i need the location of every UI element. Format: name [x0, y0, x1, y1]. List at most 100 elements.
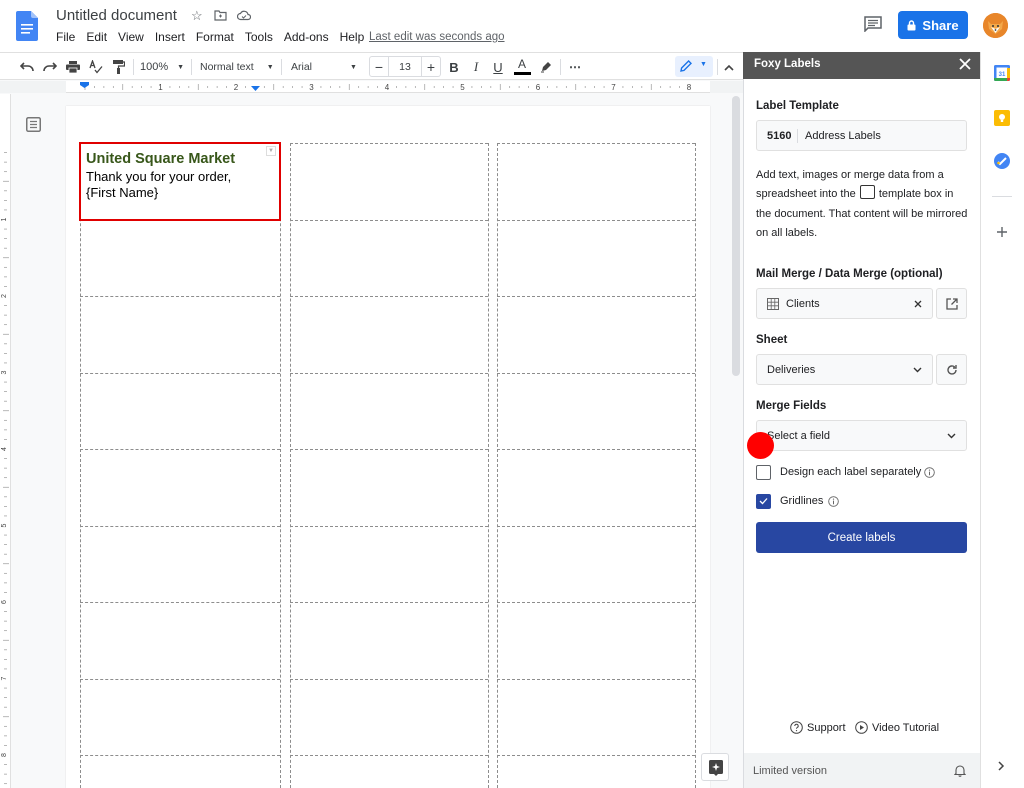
create-labels-label: Create labels: [827, 531, 896, 544]
sheet-dropdown[interactable]: Deliveries: [756, 354, 933, 385]
highlight-color-button[interactable]: [538, 57, 554, 77]
print-button[interactable]: [64, 57, 82, 77]
last-edit-link[interactable]: Last edit was seconds ago: [369, 31, 505, 43]
user-avatar[interactable]: [983, 13, 1008, 38]
refresh-sheet-button[interactable]: [936, 354, 967, 385]
star-icon[interactable]: ☆: [191, 8, 203, 24]
dropdown-arrow-icon: ▼: [350, 63, 357, 71]
create-labels-button[interactable]: Create labels: [756, 522, 967, 553]
label-company-name[interactable]: United Square Market: [86, 151, 235, 167]
more-options-button[interactable]: ⋯: [566, 57, 584, 77]
label-merge-field-first-name[interactable]: {First Name}: [86, 185, 158, 200]
merge-fields-heading: Merge Fields: [756, 400, 827, 412]
get-addons-plus-icon[interactable]: [997, 227, 1007, 237]
ruler-tick-label: 1: [1, 217, 8, 221]
ruler-tick-label: 7: [1, 676, 8, 680]
label-gridline-vertical: [80, 143, 81, 788]
limited-version-text: Limited version: [753, 765, 827, 777]
document-title[interactable]: Untitled document: [56, 7, 177, 24]
open-spreadsheet-button[interactable]: [936, 288, 967, 319]
menu-insert[interactable]: Insert: [155, 30, 185, 44]
label-gridline-horizontal: [80, 755, 280, 756]
dropdown-arrow-icon: ▼: [266, 63, 274, 71]
video-tutorial-link[interactable]: Video Tutorial: [855, 721, 939, 734]
paragraph-style-value: Normal text: [200, 61, 254, 73]
template-name: Address Labels: [805, 130, 881, 142]
font-select[interactable]: Arial ▼: [291, 57, 365, 77]
highlighter-icon: [541, 62, 551, 73]
horizontal-ruler[interactable]: 1 2 3 4 5 6 7 8: [66, 81, 710, 93]
design-separately-checkbox[interactable]: [756, 465, 771, 480]
cell-menu-arrow-icon[interactable]: ▼: [266, 146, 276, 156]
spellcheck-icon: [89, 60, 103, 74]
redo-button[interactable]: [41, 57, 59, 77]
menu-addons[interactable]: Add-ons: [284, 30, 329, 44]
ruler-tick-label: 8: [687, 83, 692, 92]
side-panel-divider: [992, 196, 1012, 197]
label-gridline-vertical: [497, 143, 498, 788]
menu-tools[interactable]: Tools: [245, 30, 273, 44]
chevron-right-icon[interactable]: [998, 761, 1005, 771]
increase-font-size-button[interactable]: +: [421, 57, 440, 76]
zoom-select[interactable]: 100% ▼: [140, 57, 188, 77]
underline-button[interactable]: U: [490, 57, 506, 77]
cloud-saved-icon[interactable]: [237, 10, 251, 21]
info-icon[interactable]: [828, 496, 839, 507]
right-indent-marker[interactable]: [251, 86, 260, 91]
paragraph-style-select[interactable]: Normal text ▼: [200, 57, 278, 77]
italic-button[interactable]: I: [468, 57, 484, 77]
tasks-icon[interactable]: [994, 153, 1010, 169]
share-button[interactable]: Share: [898, 11, 968, 39]
comment-history-icon[interactable]: [864, 16, 882, 32]
play-circle-icon: [855, 721, 868, 734]
bold-button[interactable]: B: [446, 57, 462, 77]
menu-format[interactable]: Format: [196, 30, 234, 44]
support-label: Support: [807, 721, 846, 734]
info-icon[interactable]: [924, 467, 935, 478]
explore-button[interactable]: [701, 753, 729, 781]
design-separately-label[interactable]: Design each label separately: [780, 466, 921, 478]
editing-mode-button[interactable]: ▼: [675, 56, 713, 77]
support-link[interactable]: Support: [790, 721, 846, 734]
menu-file[interactable]: File: [56, 30, 75, 44]
paint-format-button[interactable]: [110, 57, 128, 77]
sidebar-footer: Limited version: [744, 753, 980, 788]
text-color-button[interactable]: A: [512, 57, 532, 77]
clear-spreadsheet-icon[interactable]: [914, 300, 922, 308]
decrease-font-size-button[interactable]: −: [370, 57, 389, 76]
merge-field-dropdown[interactable]: Select a field: [756, 420, 967, 451]
move-folder-icon[interactable]: [214, 10, 227, 21]
undo-button[interactable]: [18, 57, 36, 77]
menu-view[interactable]: View: [118, 30, 144, 44]
vertical-ruler[interactable]: 1 2 3 4 5 6 7 8: [0, 94, 11, 788]
left-indent-marker[interactable]: [80, 82, 89, 88]
label-thank-you-line[interactable]: Thank you for your order,: [86, 169, 231, 184]
text-color-swatch: [513, 72, 531, 75]
open-external-icon: [946, 298, 958, 310]
paint-format-icon: [113, 60, 125, 74]
label-gridline-horizontal: [497, 526, 695, 527]
menu-edit[interactable]: Edit: [86, 30, 107, 44]
label-gridline-horizontal: [497, 679, 695, 680]
spellcheck-button[interactable]: [87, 57, 105, 77]
template-divider: [797, 129, 798, 143]
spreadsheet-selector[interactable]: Clients: [756, 288, 933, 319]
fox-avatar-icon: [983, 13, 1008, 38]
redo-icon: [43, 62, 57, 72]
gridlines-checkbox[interactable]: [756, 494, 771, 509]
formatting-toolbar: 100% ▼ Normal text ▼ Arial ▼ − 13 + B I U A…: [0, 52, 743, 80]
label-template-heading: Label Template: [756, 100, 839, 112]
refresh-icon: [947, 365, 957, 375]
calendar-icon[interactable]: 31: [994, 65, 1010, 81]
keep-icon[interactable]: [994, 110, 1010, 126]
document-scrollbar[interactable]: [732, 96, 740, 376]
menu-help[interactable]: Help: [340, 30, 365, 44]
document-outline-icon[interactable]: [26, 117, 41, 132]
close-sidebar-icon[interactable]: [958, 57, 972, 71]
hide-menus-button[interactable]: [721, 57, 737, 77]
google-docs-logo-icon[interactable]: [16, 11, 38, 41]
label-template-selector[interactable]: 5160 Address Labels: [756, 120, 967, 151]
font-size-input[interactable]: 13: [390, 57, 420, 77]
notification-bell-icon[interactable]: [954, 764, 966, 777]
gridlines-label[interactable]: Gridlines: [780, 495, 823, 507]
